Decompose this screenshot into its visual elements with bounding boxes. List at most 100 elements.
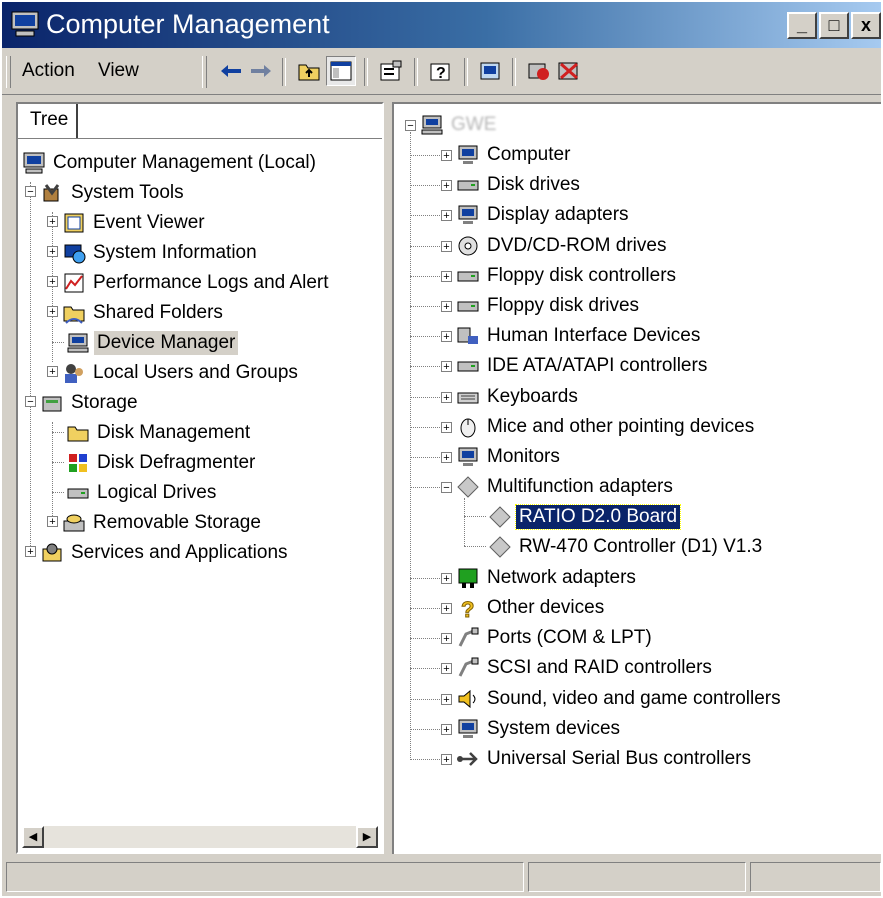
device-ratio-board[interactable]: RATIO D2.0 Board <box>488 502 682 532</box>
expand-toggle[interactable]: + <box>441 240 452 252</box>
menu-action[interactable]: Action <box>22 60 75 82</box>
expand-toggle[interactable]: + <box>441 331 452 343</box>
menu-view[interactable]: View <box>98 60 139 82</box>
collapse-toggle[interactable]: − <box>25 186 36 198</box>
device-category-other[interactable]: ? Other devices <box>456 593 607 623</box>
device-label: Human Interface Devices <box>487 325 701 347</box>
collapse-toggle[interactable]: − <box>405 120 416 132</box>
tree-item-disk-management[interactable]: Disk Management <box>66 418 253 448</box>
tree-pane[interactable]: Tree Computer Management (Local) − Syste… <box>16 102 384 854</box>
tree-item-disk-defragmenter[interactable]: Disk Defragmenter <box>66 448 258 478</box>
device-category-dvd-cdrom[interactable]: DVD/CD-ROM drives <box>456 231 669 261</box>
device-category-usb[interactable]: Universal Serial Bus controllers <box>456 744 754 774</box>
tree-item-system-information[interactable]: System Information <box>62 238 260 268</box>
toolbar-grip[interactable] <box>6 56 11 88</box>
expand-toggle[interactable]: + <box>441 603 452 615</box>
tree-item-storage[interactable]: Storage <box>40 388 141 418</box>
help-icon[interactable]: ? <box>426 56 456 86</box>
scroll-left-icon[interactable]: ◀ <box>22 826 44 848</box>
device-category-scsi[interactable]: SCSI and RAID controllers <box>456 653 715 683</box>
tree-item-computer-management[interactable]: Computer Management (Local) <box>22 148 319 178</box>
tree-label: Device Manager <box>94 331 239 355</box>
collapse-toggle[interactable]: − <box>25 396 36 408</box>
expand-toggle[interactable]: + <box>47 276 58 288</box>
uninstall-device-icon[interactable] <box>524 56 554 86</box>
expand-toggle[interactable]: + <box>441 301 452 313</box>
device-category-network[interactable]: Network adapters <box>456 563 639 593</box>
expand-toggle[interactable]: + <box>441 693 452 705</box>
device-category-multifunction[interactable]: Multifunction adapters <box>456 472 676 502</box>
tree-line <box>410 638 440 640</box>
tab-tree[interactable]: Tree <box>22 104 79 139</box>
expand-toggle[interactable]: + <box>441 391 452 403</box>
close-button[interactable]: x <box>851 12 881 39</box>
minimize-button[interactable]: _ <box>787 12 817 39</box>
monitor-icon <box>458 447 478 466</box>
expand-toggle[interactable]: + <box>441 633 452 645</box>
computer-icon <box>421 115 443 135</box>
tree-item-performance-logs[interactable]: Performance Logs and Alert <box>62 268 332 298</box>
tree-item-system-tools[interactable]: System Tools <box>40 178 187 208</box>
expand-toggle[interactable]: + <box>441 421 452 433</box>
properties-icon[interactable] <box>376 56 406 86</box>
device-category-disk-drives[interactable]: Disk drives <box>456 170 583 200</box>
disable-device-icon[interactable] <box>554 56 584 86</box>
tree-item-device-manager[interactable]: Device Manager <box>66 328 239 358</box>
tree-item-services-applications[interactable]: Services and Applications <box>40 538 291 568</box>
device-category-floppy-drives[interactable]: Floppy disk drives <box>456 291 642 321</box>
device-category-system-devices[interactable]: System devices <box>456 714 623 744</box>
device-rw470-controller[interactable]: RW-470 Controller (D1) V1.3 <box>488 532 765 562</box>
expand-toggle[interactable]: + <box>441 210 452 222</box>
expand-toggle[interactable]: + <box>441 270 452 282</box>
expand-toggle[interactable]: + <box>25 546 36 558</box>
keyboard-icon <box>457 392 479 404</box>
expand-toggle[interactable]: + <box>441 572 452 584</box>
event-viewer-icon <box>64 213 84 233</box>
expand-toggle[interactable]: + <box>441 663 452 675</box>
expand-toggle[interactable]: + <box>441 180 452 192</box>
horizontal-scrollbar[interactable]: ◀ ▶ <box>22 826 378 848</box>
expand-toggle[interactable]: + <box>441 452 452 464</box>
device-category-ports[interactable]: Ports (COM & LPT) <box>456 623 655 653</box>
expand-toggle[interactable]: + <box>441 723 452 735</box>
expand-toggle[interactable]: + <box>47 516 58 528</box>
device-category-mice[interactable]: Mice and other pointing devices <box>456 412 757 442</box>
device-category-sound[interactable]: Sound, video and game controllers <box>456 684 784 714</box>
tree-item-local-users[interactable]: Local Users and Groups <box>62 358 301 388</box>
device-pane[interactable]: − GWE + Computer + Disk drives + Display adap… <box>392 102 881 854</box>
device-category-hid[interactable]: Human Interface Devices <box>456 321 703 351</box>
expand-toggle[interactable]: + <box>47 216 58 228</box>
toolbar-grip-2[interactable] <box>202 56 207 88</box>
show-hide-tree-icon[interactable] <box>326 56 356 86</box>
tree-item-shared-folders[interactable]: Shared Folders <box>62 298 226 328</box>
device-category-display-adapters[interactable]: Display adapters <box>456 200 632 230</box>
expand-toggle[interactable]: + <box>441 361 452 373</box>
device-category-monitors[interactable]: Monitors <box>456 442 563 472</box>
tree-item-event-viewer[interactable]: Event Viewer <box>62 208 208 238</box>
back-arrow-icon[interactable] <box>216 56 246 86</box>
scan-hardware-icon[interactable] <box>476 56 506 86</box>
expand-toggle[interactable]: + <box>441 150 452 162</box>
tree-item-removable-storage[interactable]: Removable Storage <box>62 508 264 538</box>
computer-icon <box>23 152 45 174</box>
scroll-right-icon[interactable]: ▶ <box>356 826 378 848</box>
expand-toggle[interactable]: + <box>47 306 58 318</box>
tree-item-logical-drives[interactable]: Logical Drives <box>66 478 219 508</box>
tree-label: Performance Logs and Alert <box>93 272 329 293</box>
device-category-floppy-controllers[interactable]: Floppy disk controllers <box>456 261 679 291</box>
device-category-ide[interactable]: IDE ATA/ATAPI controllers <box>456 351 710 381</box>
tree-label: Local Users and Groups <box>93 362 298 383</box>
device-category-computer[interactable]: Computer <box>456 140 573 170</box>
maximize-button[interactable]: □ <box>819 12 849 39</box>
tree-line <box>464 516 486 517</box>
collapse-toggle[interactable]: − <box>441 482 452 494</box>
title-bar[interactable]: Computer Management _ □ x <box>2 2 881 48</box>
tree-line <box>410 185 440 187</box>
up-folder-icon[interactable] <box>294 56 324 86</box>
forward-arrow-icon[interactable] <box>246 56 276 86</box>
device-category-keyboards[interactable]: Keyboards <box>456 382 581 412</box>
device-tree-root[interactable]: GWE <box>420 110 499 140</box>
expand-toggle[interactable]: + <box>47 366 58 378</box>
expand-toggle[interactable]: + <box>441 754 452 766</box>
expand-toggle[interactable]: + <box>47 246 58 258</box>
